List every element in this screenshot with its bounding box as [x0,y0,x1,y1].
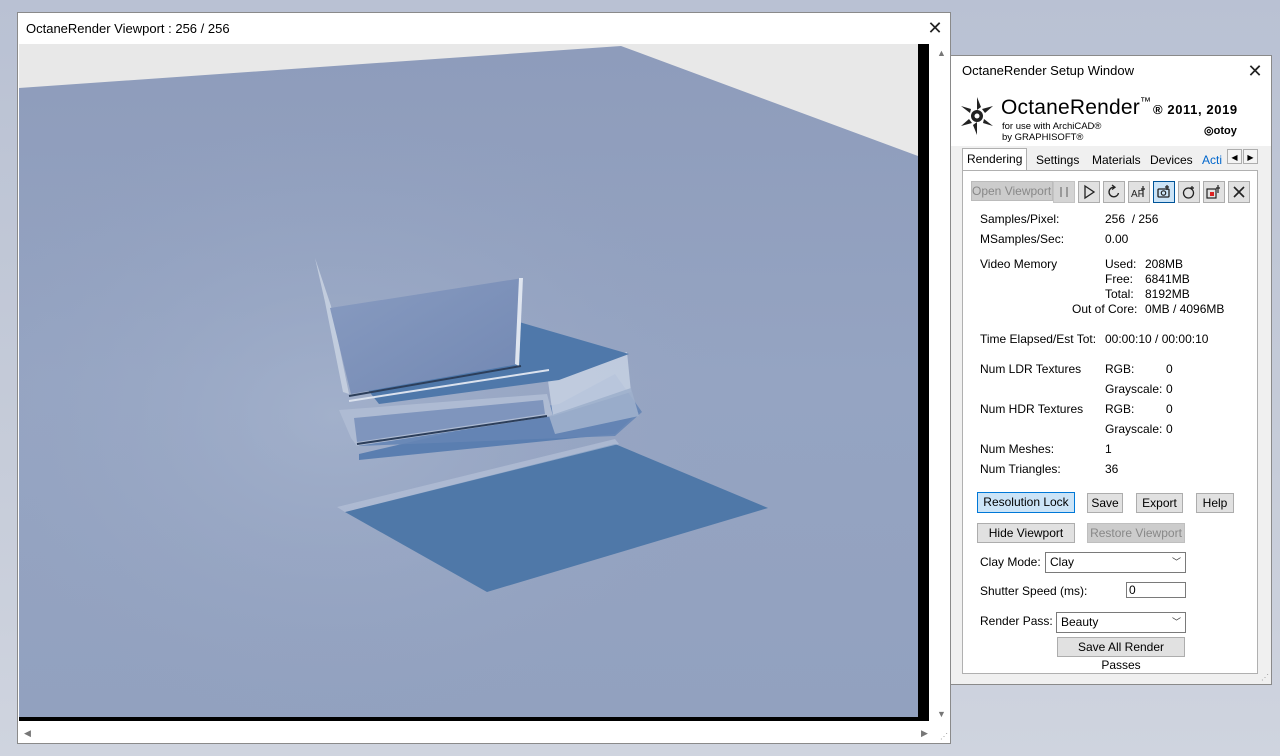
tab-devices[interactable]: Devices [1146,150,1197,170]
material-pick-icon [1206,185,1220,199]
viewport-titlebar[interactable]: OctaneRender Viewport : 256 / 256 ✕ [18,13,950,43]
save-all-render-passes-button[interactable]: Save All Render Passes [1057,637,1185,672]
clay-mode-value: Clay [1050,555,1075,569]
meshes-label: Num Meshes: [980,442,1055,456]
msamples-label: MSamples/Sec: [980,232,1065,246]
viewport-horizontal-scrollbar[interactable]: ◀ ▶ [19,723,933,743]
logo-subtitle-graphisoft: by GRAPHISOFT® [1002,132,1084,143]
rendering-panel: Open Viewport AF Samples/Pixel: 256 / 25… [962,170,1258,674]
render-pass-value: Beauty [1061,615,1099,629]
samples-label: Samples/Pixel: [980,212,1060,226]
used-label: Used: [1105,257,1137,271]
pause-icon [1060,187,1068,197]
ldr-grayscale-label: Grayscale: [1105,382,1163,396]
render-view[interactable] [19,44,918,719]
setup-window: OctaneRender Setup Window ✕ OctaneRender… [950,55,1272,685]
setup-titlebar[interactable]: OctaneRender Setup Window ✕ [951,56,1271,86]
scroll-left-icon[interactable]: ◀ [24,728,31,739]
autofocus-icon: AF [1131,186,1145,200]
tab-scroll-right-icon[interactable]: ▶ [1243,149,1258,164]
pause-button[interactable] [1053,181,1075,203]
chevron-down-icon: ﹀ [1171,557,1181,567]
total-value: 8192MB [1145,287,1190,301]
help-button[interactable]: Help [1196,493,1234,513]
tab-activation[interactable]: Acti [1198,150,1226,170]
viewport-title: OctaneRender Viewport : 256 / 256 [26,21,230,36]
play-button[interactable] [1078,181,1100,203]
hdr-rgb-value: 0 [1166,402,1173,416]
camera-reset-icon [1182,186,1195,199]
setup-close-button[interactable]: ✕ [1244,60,1266,82]
hide-viewport-button[interactable]: Hide Viewport [977,523,1075,543]
tab-scroll-left-icon[interactable]: ◀ [1227,149,1242,164]
hdr-grayscale-label: Grayscale: [1105,422,1163,436]
logo-year: ® 2011, 2019 [1153,102,1238,117]
logo-subtitle-archicad: for use with ArchiCAD® [1002,121,1102,132]
clay-mode-select[interactable]: Clay ﹀ [1045,552,1186,573]
hdr-rgb-label: RGB: [1105,402,1135,416]
free-value: 6841MB [1145,272,1190,286]
stop-button[interactable] [1228,181,1250,203]
stop-icon [1233,186,1245,198]
msamples-value: 0.00 [1105,232,1129,246]
tab-materials[interactable]: Materials [1088,150,1145,170]
tab-bar: Rendering Settings Materials Devices Act… [962,148,1262,171]
save-button[interactable]: Save [1087,493,1123,513]
svg-text:AF: AF [1131,189,1144,200]
ldr-grayscale-value: 0 [1166,382,1173,396]
render-pass-label: Render Pass: [980,614,1053,628]
time-elapsed-label: Time Elapsed/Est Tot: [980,332,1097,346]
tab-settings[interactable]: Settings [1032,150,1083,170]
free-label: Free: [1105,272,1134,286]
out-of-core-value: 0MB / 4096MB [1145,302,1225,316]
ldr-textures-label: Num LDR Textures [980,362,1082,376]
chevron-down-icon: ﹀ [1171,617,1181,627]
resize-grip-icon[interactable]: ⋰ [1261,673,1269,682]
camera-pick-button[interactable] [1153,181,1175,203]
restart-icon [1108,184,1120,198]
otoy-logo: ◎otoy [1204,125,1237,137]
viewport-vertical-scrollbar[interactable]: ▲ ▼ [933,44,949,721]
restore-viewport-button[interactable]: Restore Viewport [1087,523,1185,543]
used-value: 208MB [1145,257,1184,271]
total-label: Total: [1105,287,1134,301]
hdr-grayscale-value: 0 [1166,422,1173,436]
render-pass-select[interactable]: Beauty ﹀ [1056,612,1186,633]
restart-button[interactable] [1103,181,1125,203]
tab-rendering[interactable]: Rendering [962,148,1028,171]
out-of-core-label: Out of Core: [1072,302,1138,316]
ldr-rgb-value: 0 [1166,362,1173,376]
scroll-right-icon[interactable]: ▶ [921,728,928,739]
meshes-value: 1 [1105,442,1112,456]
video-memory-label: Video Memory [980,257,1058,271]
resolution-lock-button[interactable]: Resolution Lock [977,492,1075,513]
time-elapsed-value: 00:00:10 / 00:00:10 [1105,332,1209,346]
camera-pick-icon [1157,185,1170,198]
viewport-bottom-border [19,717,929,721]
setup-title: OctaneRender Setup Window [962,63,1134,78]
scroll-up-icon[interactable]: ▲ [937,48,946,58]
shutter-speed-label: Shutter Speed (ms): [980,584,1088,598]
viewport-close-button[interactable]: ✕ [924,17,946,39]
camera-reset-button[interactable] [1178,181,1200,203]
triangles-label: Num Triangles: [980,462,1061,476]
viewport-right-border [918,44,929,719]
autofocus-button[interactable]: AF [1128,181,1150,203]
clay-mode-label: Clay Mode: [980,555,1041,569]
scroll-down-icon[interactable]: ▼ [937,709,946,719]
samples-value: 256 / 256 [1105,212,1159,226]
export-button[interactable]: Export [1136,493,1183,513]
logo-product-name: OctaneRender™ [1001,96,1152,119]
octane-logo-icon [961,97,993,135]
logo-banner: OctaneRender™ ® 2011, 2019 for use with … [951,86,1271,146]
material-pick-button[interactable] [1203,181,1225,203]
ldr-rgb-label: RGB: [1105,362,1135,376]
open-viewport-button[interactable]: Open Viewport [971,181,1053,201]
resize-grip-icon[interactable]: ⋰ [940,732,948,741]
shutter-speed-input[interactable]: 0 [1126,582,1186,598]
hdr-textures-label: Num HDR Textures [980,402,1084,416]
play-icon [1084,184,1096,200]
triangles-value: 36 [1105,462,1119,476]
viewport-window: OctaneRender Viewport : 256 / 256 ✕ ▲ ▼ … [17,12,951,744]
